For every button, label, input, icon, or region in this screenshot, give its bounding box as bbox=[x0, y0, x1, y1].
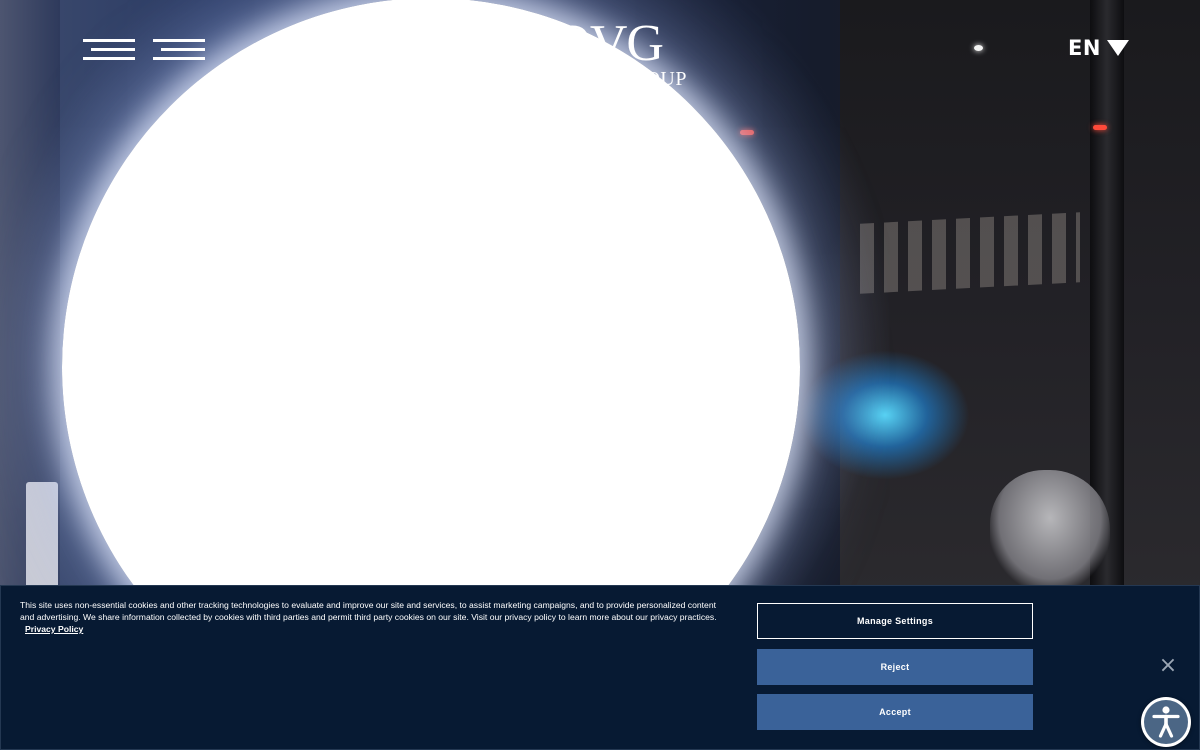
site-logo[interactable]: OVG ROUP bbox=[495, 14, 705, 96]
accessibility-button[interactable] bbox=[1141, 697, 1191, 747]
menu-button[interactable] bbox=[83, 38, 135, 62]
hamburger-icon bbox=[91, 48, 135, 51]
hamburger-icon bbox=[161, 48, 205, 51]
logo-wordmark: OVG bbox=[553, 15, 664, 72]
hamburger-icon bbox=[153, 57, 205, 60]
language-selector[interactable]: EN bbox=[1068, 34, 1129, 62]
page: OVG ROUP EN This site uses non-essential… bbox=[0, 0, 1200, 750]
hero-red-light bbox=[1093, 125, 1107, 130]
manage-settings-button[interactable]: Manage Settings bbox=[757, 603, 1033, 639]
logo-subtitle: ROUP bbox=[631, 68, 687, 90]
cookie-notice-text: This site uses non-essential cookies and… bbox=[20, 600, 717, 622]
accessibility-person-icon bbox=[1152, 706, 1180, 738]
hamburger-icon bbox=[83, 57, 135, 60]
secondary-menu-button[interactable] bbox=[153, 38, 205, 62]
hero-figure bbox=[990, 470, 1110, 590]
cookie-notice: This site uses non-essential cookies and… bbox=[20, 599, 725, 635]
hamburger-icon bbox=[153, 39, 205, 42]
accessibility-icon bbox=[1144, 700, 1188, 744]
privacy-policy-link[interactable]: Privacy Policy bbox=[25, 623, 83, 635]
accept-button[interactable]: Accept bbox=[757, 694, 1033, 730]
close-icon[interactable]: × bbox=[1158, 655, 1178, 677]
reject-button[interactable]: Reject bbox=[757, 649, 1033, 685]
hero-white-light bbox=[974, 45, 983, 51]
cookie-banner: This site uses non-essential cookies and… bbox=[0, 585, 1200, 750]
hamburger-icon bbox=[83, 39, 135, 42]
caret-down-icon bbox=[1106, 40, 1129, 56]
language-label: EN bbox=[1068, 36, 1101, 60]
hero-lens-flare bbox=[800, 350, 970, 480]
